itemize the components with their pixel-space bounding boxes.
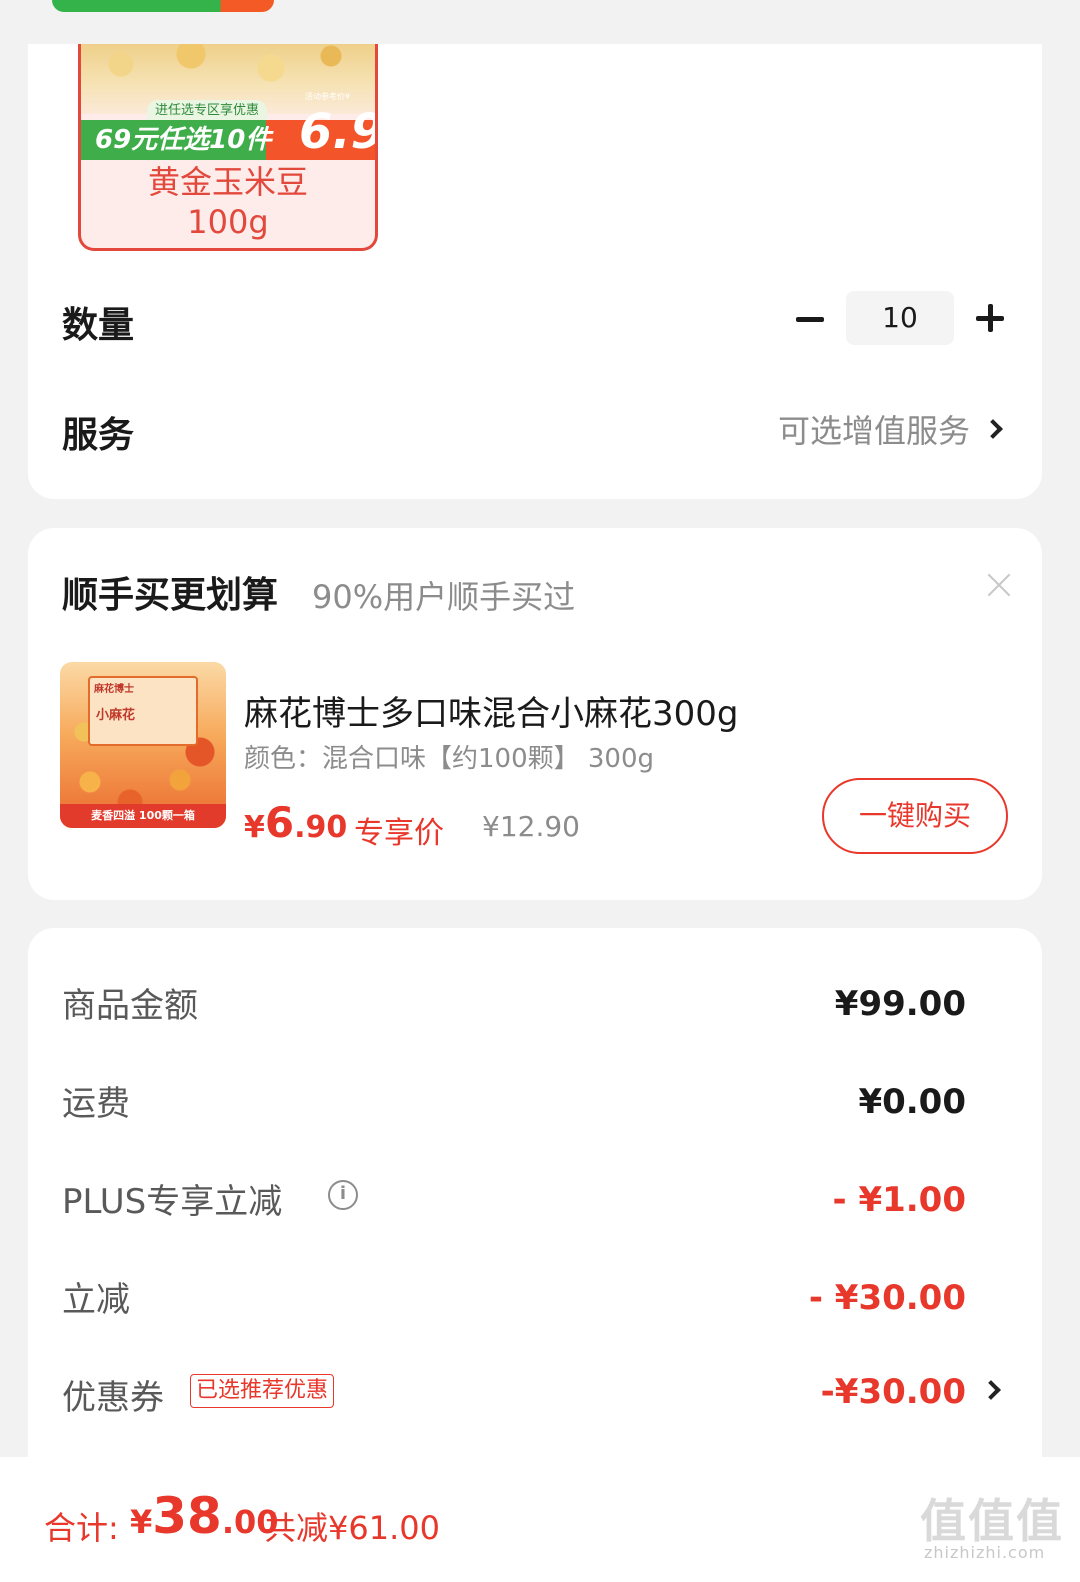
plus-icon[interactable] — [972, 296, 1008, 342]
plus-discount-label: PLUS专享立减 — [62, 1182, 283, 1222]
price-integer: 6 — [264, 798, 295, 847]
recommend-title: 顺手买更划算 — [62, 575, 279, 616]
product-options-card: 进任选专区享优惠 69元任选10件 活动参考价¥ 6.9 黄金玉米豆 100g … — [28, 44, 1042, 499]
fee-breakdown-card: 商品金额 ¥99.00 运费 ¥0.00 PLUS专享立减 i - ¥1.00 … — [28, 928, 1042, 1468]
service-hint[interactable]: 可选增值服务 — [778, 406, 970, 452]
recommend-product-name[interactable]: 麻花博士多口味混合小麻花300g — [244, 686, 738, 735]
shipping-label: 运费 — [62, 1084, 130, 1124]
goods-amount-value: ¥99.00 — [834, 984, 966, 1024]
total-price: ¥38.00 — [130, 1487, 279, 1545]
instant-discount-value: - ¥30.00 — [808, 1278, 966, 1318]
promo-text: 69元任选10件 — [95, 125, 272, 155]
total-saved: 共减¥61.00 — [264, 1509, 440, 1547]
promo-price-label: 活动参考价¥ — [305, 92, 351, 101]
variant-name: 黄金玉米豆 — [147, 163, 308, 201]
total-label: 合计: — [44, 1509, 119, 1547]
chevron-right-icon[interactable] — [981, 1380, 1001, 1400]
recommend-price: ¥6.90 — [244, 798, 347, 847]
watermark-logo: 值值值 — [920, 1494, 1064, 1548]
promo-zone-tag: 进任选专区享优惠 — [147, 100, 268, 122]
price-currency: ¥ — [244, 810, 265, 845]
box-logo: 麻花博士 — [94, 684, 134, 695]
quantity-label: 数量 — [62, 305, 135, 346]
shipping-value: ¥0.00 — [858, 1082, 966, 1122]
coupon-label: 优惠券 — [62, 1378, 164, 1418]
total-currency: ¥ — [130, 1503, 153, 1541]
close-icon[interactable] — [986, 572, 1012, 598]
chevron-right-icon[interactable] — [983, 419, 1003, 439]
order-confirm-page: 进任选专区享优惠 69元任选10件 活动参考价¥ 6.9 黄金玉米豆 100g … — [0, 0, 1080, 1582]
checkout-bar: 合计: ¥38.00 共减¥61.00 值值值 zhizhizhi.com — [0, 1457, 1080, 1582]
image-banner: 麦香四溢 100颗一箱 — [60, 804, 226, 828]
coupon-recommended-badge: 已选推荐优惠 — [190, 1374, 335, 1408]
minus-icon[interactable] — [792, 296, 828, 342]
variant-weight: 100g — [187, 203, 269, 241]
recommend-product-image[interactable]: 麻花博士 小麻花 麦香四溢 100颗一箱 — [60, 662, 226, 828]
recommend-subtitle: 90%用户顺手买过 — [312, 578, 576, 616]
quantity-input[interactable] — [846, 291, 954, 345]
coupon-value[interactable]: -¥30.00 — [821, 1372, 966, 1412]
watermark-url: zhizhizhi.com — [924, 1543, 1046, 1562]
one-click-buy-button[interactable]: 一键购买 — [822, 778, 1008, 854]
plus-discount-value: - ¥1.00 — [832, 1180, 967, 1220]
info-icon[interactable]: i — [328, 1180, 358, 1210]
promo-price: 6.9 — [299, 104, 378, 160]
price-decimal: .90 — [294, 810, 348, 845]
instant-discount-label: 立减 — [62, 1280, 130, 1320]
selected-variant-thumbnail[interactable]: 进任选专区享优惠 69元任选10件 活动参考价¥ 6.9 黄金玉米豆 100g — [78, 44, 378, 251]
original-price: ¥12.90 — [482, 810, 580, 843]
recommend-product-spec: 颜色：混合口味【约100颗】 300g — [244, 744, 655, 774]
exclusive-price-tag: 专享价 — [354, 816, 444, 851]
service-label: 服务 — [62, 415, 135, 456]
previous-variant-banner — [52, 0, 274, 12]
box-name: 小麻花 — [96, 708, 136, 723]
recommend-card: 顺手买更划算 90%用户顺手买过 麻花博士 小麻花 麦香四溢 100颗一箱 麻花… — [28, 528, 1042, 900]
total-integer: 38 — [152, 1487, 222, 1545]
goods-amount-label: 商品金额 — [62, 986, 198, 1026]
